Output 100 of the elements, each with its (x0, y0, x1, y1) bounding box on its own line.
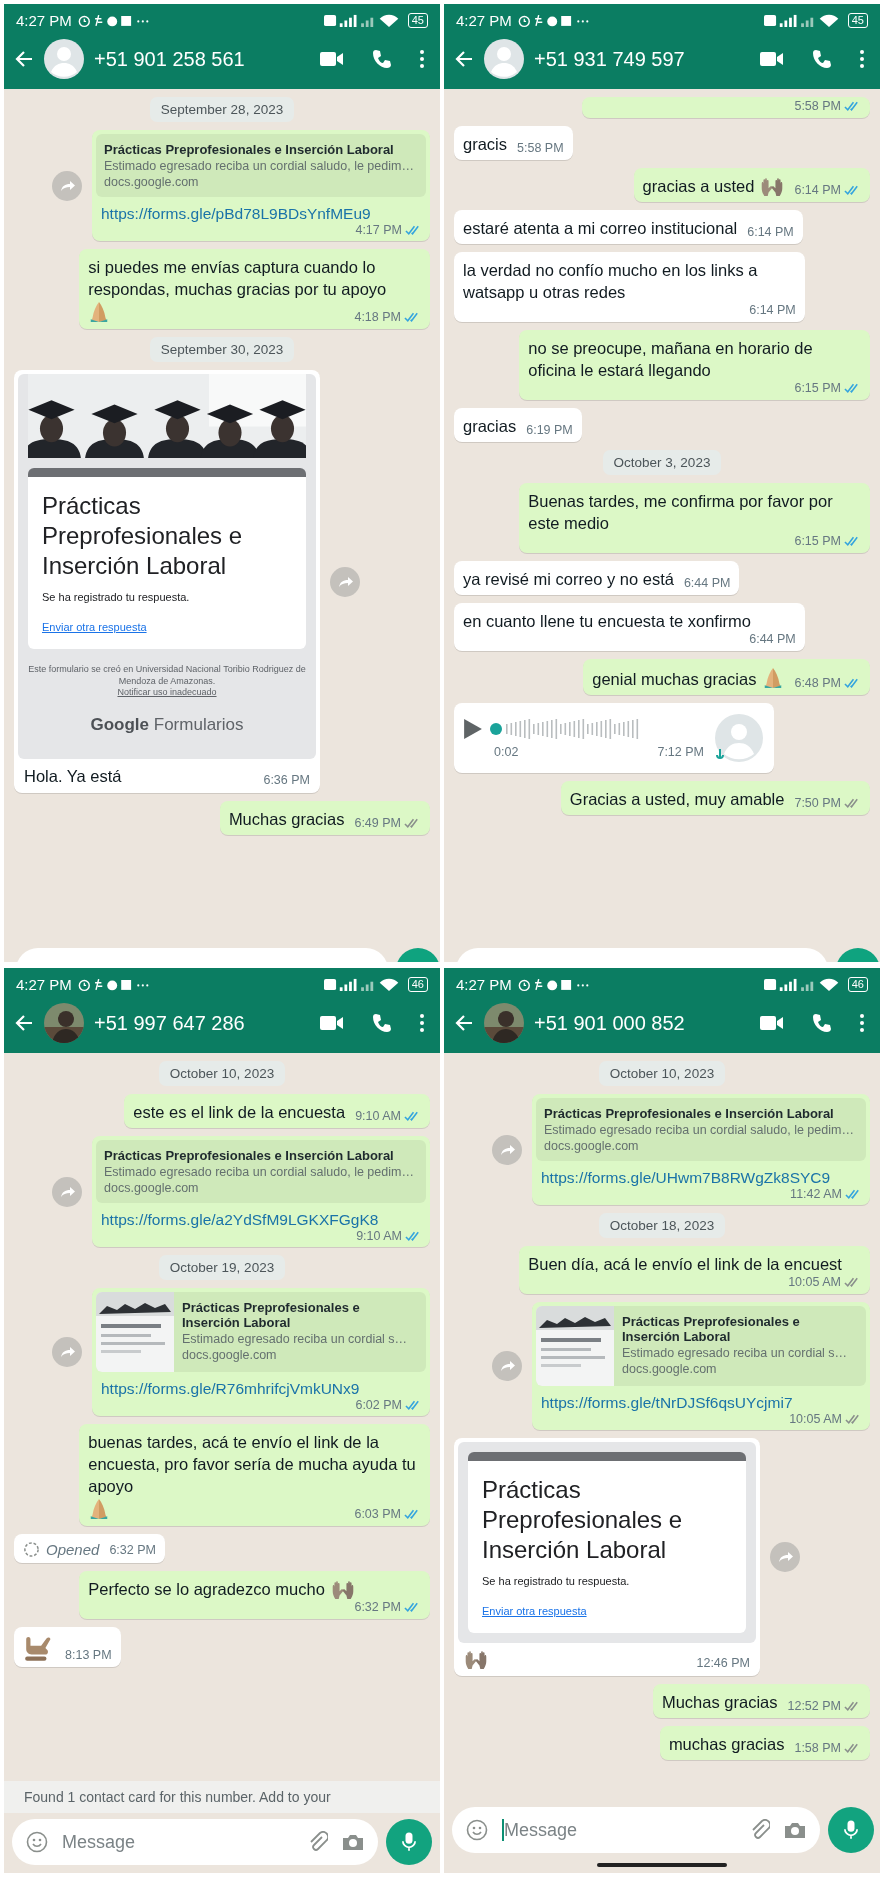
date-chip: October 10, 2023 (158, 1061, 286, 1086)
play-icon[interactable] (464, 719, 482, 739)
status-time: 4:27 PM (456, 12, 512, 29)
message-time: 6:44 PM (749, 632, 796, 646)
message-text: si puedes me envías captura cuando lo respondas, muchas gracias por tu apoyo (88, 257, 388, 300)
menu-icon[interactable] (420, 1014, 424, 1032)
contact-name[interactable]: +51 901 000 852 (534, 1011, 685, 1035)
waveform-drawing[interactable] (490, 717, 640, 741)
message-text: Gracias a usted, muy amable (569, 789, 785, 810)
link-preview[interactable]: Prácticas Preprofesionales e Inserción Laboral Estimado egresado reciba un cordial s… docs.google.com (536, 1306, 866, 1386)
status-time: 4:27 PM (16, 976, 72, 993)
phone-icon[interactable] (372, 49, 392, 69)
video-call-icon[interactable] (320, 51, 344, 67)
back-icon[interactable] (454, 49, 474, 69)
link-preview[interactable]: Prácticas Preprofesionales e Inserción Laboral Estimado egresado reciba un cordial saludo, le pedim… docs.google.com (96, 1140, 426, 1203)
phone-icon[interactable] (372, 1013, 392, 1033)
link[interactable]: https://forms.gle/R76mhrifcjVmkUNx9 (96, 1372, 426, 1398)
menu-icon[interactable] (420, 50, 424, 68)
message-time: 12:46 PM (696, 1656, 750, 1670)
brand-name: Google Formularios (90, 715, 244, 735)
link[interactable]: Notificar uso inadecuado (117, 687, 217, 697)
message-text: Buen día, acá le envío el link de la encuest (528, 1254, 842, 1275)
message-text: ya revisé mi correo y no está (463, 569, 674, 590)
menu-icon[interactable] (860, 50, 864, 68)
link[interactable]: Enviar otra respuesta (42, 621, 292, 633)
back-icon[interactable] (14, 49, 34, 69)
link-description: Estimado egresado reciba un cordial s… (182, 1332, 409, 1346)
message-time: 5:58 PM (794, 99, 841, 113)
contact-name[interactable]: +51 901 258 561 (94, 47, 245, 71)
message-input[interactable]: Message (504, 1819, 736, 1841)
link-description: Estimado egresado reciba un cordial saludo, le pedim… (104, 159, 414, 173)
form-footer-text: Este formulario se creó en Universidad Nacional Toribio Rodriguez de Mendoza de Amazonas. (28, 663, 306, 687)
back-icon[interactable] (454, 1013, 474, 1033)
link-preview[interactable]: Prácticas Preprofesionales e Inserción Laboral Estimado egresado reciba un cordial saludo, le pedim… docs.google.com (536, 1098, 866, 1161)
message-text: la verdad no confío mucho en los links a watsapp u otras redes (463, 260, 759, 303)
raised-hands-icon (464, 1649, 488, 1670)
emoji-icon[interactable] (466, 1819, 488, 1841)
camera-icon[interactable] (342, 1833, 364, 1851)
battery-indicator: 46 (407, 977, 428, 992)
form-preview[interactable]: Prácticas Preprofesionales e Inserción Laboral Se ha registrado tu respuesta. Enviar otra respuesta (458, 1442, 756, 1643)
message-time: 6:44 PM (683, 576, 731, 590)
message-time: 11:42 AM (790, 1187, 842, 1201)
message-time: 12:52 PM (787, 1699, 841, 1713)
back-icon[interactable] (14, 1013, 34, 1033)
phone-icon[interactable] (812, 1013, 832, 1033)
link-description: Estimado egresado reciba un cordial s… (622, 1346, 849, 1360)
link[interactable]: https://forms.gle/a2YdSfM9LGKXFGgK8 (96, 1203, 426, 1229)
attach-icon[interactable] (308, 1831, 328, 1853)
video-call-icon[interactable] (320, 1015, 344, 1031)
message-text: no se preocupe, mañana en horario de oficina le estará llegando (528, 338, 814, 381)
link-preview[interactable]: Prácticas Preprofesionales e Inserción Laboral Estimado egresado reciba un cordial saludo, le pedim… docs.google.com (96, 134, 426, 197)
link[interactable]: https://forms.gle/UHwm7B8RWgZk8SYC9 (536, 1161, 866, 1187)
message-time: 6:15 PM (794, 534, 841, 548)
message-text: Perfecto se lo agradezco mucho (88, 1579, 325, 1600)
camera-icon[interactable] (784, 1821, 806, 1839)
mic-button[interactable] (828, 1807, 874, 1853)
message-time: 6:48 PM (794, 676, 841, 690)
message-text: gracias (463, 416, 517, 437)
video-call-icon[interactable] (760, 51, 784, 67)
message-text: Buenas tardes, me confirma por favor por este medio (528, 491, 834, 534)
link-title: Prácticas Preprofesionales e Inserción Laboral (544, 1106, 835, 1121)
battery-indicator: 45 (847, 13, 868, 28)
form-note: Se ha registrado tu respuesta. (482, 1575, 631, 1587)
link-preview[interactable]: Prácticas Preprofesionales e Inserción Laboral Estimado egresado reciba un cordial s… docs.google.com (96, 1292, 426, 1372)
link-domain: docs.google.com (104, 1181, 200, 1195)
contact-name[interactable]: +51 931 749 597 (534, 47, 685, 71)
link[interactable]: https://forms.gle/tNrDJSf6qsUYcjmi7 (536, 1386, 866, 1412)
status-time: 4:27 PM (16, 12, 72, 29)
link[interactable]: https://forms.gle/pBd78L9BDsYnfMEu9 (96, 197, 426, 223)
video-call-icon[interactable] (760, 1015, 784, 1031)
avatar-icon[interactable] (44, 39, 84, 79)
message-field[interactable]: Message (12, 1819, 378, 1865)
message-text: gracis (463, 134, 507, 155)
message-time: 4:18 PM (354, 310, 401, 324)
link-domain: docs.google.com (622, 1362, 718, 1376)
message-time: 7:50 PM (794, 796, 841, 810)
microphone-icon (402, 1832, 416, 1852)
date-chip: October 19, 2023 (158, 1255, 286, 1280)
message-time: 8:13 PM (65, 1648, 112, 1662)
menu-icon[interactable] (860, 1014, 864, 1032)
message-text: Muchas gracias (228, 809, 345, 830)
link-domain: docs.google.com (104, 175, 200, 189)
link-title: Prácticas Preprofesionales e Inserción Laboral (182, 1300, 361, 1330)
message-time: 9:10 AM (355, 1109, 401, 1123)
message-text: Hola. Ya está (24, 766, 122, 787)
phone-icon[interactable] (812, 49, 832, 69)
message-time: 6:14 PM (747, 225, 794, 239)
contact-name[interactable]: +51 997 647 286 (94, 1011, 245, 1035)
date-chip: September 30, 2023 (149, 337, 295, 362)
emoji-icon[interactable] (26, 1831, 48, 1853)
mic-button[interactable] (386, 1819, 432, 1865)
message-text: Muchas gracias (661, 1692, 778, 1713)
form-title: Prácticas Preprofesionales e Inserción Laboral (482, 1475, 684, 1565)
view-once-icon (23, 1541, 40, 1558)
message-time: 1:58 PM (794, 1741, 841, 1755)
message-input[interactable]: Message (62, 1831, 294, 1853)
message-field[interactable]: Message (452, 1807, 820, 1853)
avatar-icon[interactable] (484, 39, 524, 79)
attach-icon[interactable] (750, 1819, 770, 1841)
link[interactable]: Enviar otra respuesta (482, 1605, 732, 1617)
